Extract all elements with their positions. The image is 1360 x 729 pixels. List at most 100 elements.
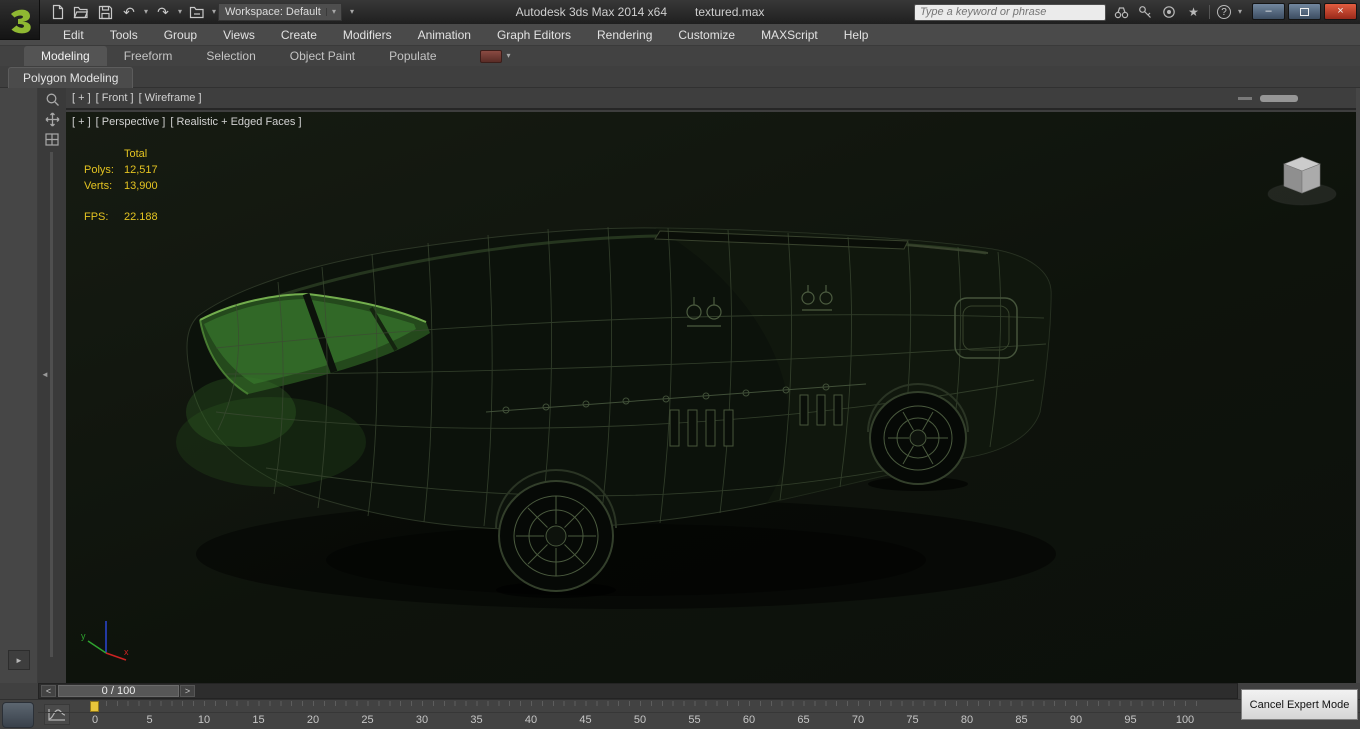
track-bar[interactable]: 0 5 10 15 20 25 30 35 40 45 50 55 60 65 70 75 80 85 90 95 10…: [0, 699, 1360, 729]
help-caret-icon[interactable]: ▾: [1238, 8, 1242, 16]
trackbar-tick-40: 40: [524, 714, 538, 726]
cancel-expert-mode-button[interactable]: Cancel Expert Mode: [1241, 689, 1358, 720]
maximize-viewport-icon[interactable]: [42, 90, 62, 108]
front-shading-menu[interactable]: [ Wireframe ]: [139, 92, 202, 104]
time-slider-handle[interactable]: 0 / 100: [58, 685, 179, 697]
menu-edit[interactable]: Edit: [50, 24, 97, 46]
workspace-dropdown[interactable]: Workspace: Default ▾: [218, 3, 342, 21]
help-icon[interactable]: ?: [1216, 5, 1231, 19]
perspective-view-menu[interactable]: [ Perspective ]: [96, 116, 166, 128]
application-menu-button[interactable]: [0, 0, 40, 40]
ribbon-tab-bar: Modeling Freeform Selection Object Paint Pop…: [0, 46, 1360, 66]
stats-total-label: Total: [124, 148, 148, 160]
ribbon-tab-populate[interactable]: Populate: [372, 46, 453, 66]
stats-polys-value: 12,517: [124, 164, 158, 176]
infocenter-search-box[interactable]: [913, 3, 1106, 21]
previous-frame-button[interactable]: <: [41, 685, 56, 697]
quick-access-toolbar: ↶ ▾ ↷ ▾ ▾: [48, 0, 216, 24]
ribbon-tab-modeling[interactable]: Modeling: [24, 46, 107, 66]
save-file-icon[interactable]: [96, 3, 114, 21]
ribbon-tab-object-paint[interactable]: Object Paint: [273, 46, 372, 66]
search-binoculars-icon[interactable]: [1113, 4, 1130, 21]
stats-verts-value: 13,900: [124, 180, 158, 192]
menu-help[interactable]: Help: [831, 24, 882, 46]
populate-flyout-caret-icon: ▾: [506, 51, 511, 60]
right-dock-strip: [1356, 88, 1360, 683]
tab-polygon-modeling[interactable]: Polygon Modeling: [8, 67, 134, 88]
current-frame-marker[interactable]: [90, 701, 99, 712]
time-slider-track[interactable]: < 0 / 100 >: [38, 683, 1238, 699]
trackbar-tick-65: 65: [797, 714, 810, 726]
populate-flyout-icon: [479, 49, 502, 63]
perspective-shading-menu[interactable]: [ Realistic + Edged Faces ]: [170, 116, 301, 128]
trackbar-tick-50: 50: [633, 714, 647, 726]
undo-history-caret-icon[interactable]: ▾: [144, 8, 148, 16]
undo-icon[interactable]: ↶: [120, 3, 138, 21]
viewcube[interactable]: [1264, 146, 1340, 208]
project-folder-icon[interactable]: [188, 3, 206, 21]
layout-tabs-scrollbar[interactable]: [50, 152, 53, 657]
redo-icon[interactable]: ↷: [154, 3, 172, 21]
viewport-layouts-icon[interactable]: [42, 130, 62, 148]
infocenter-separator: [1208, 5, 1210, 19]
toolbar-overflow-caret-icon[interactable]: ▾: [350, 8, 354, 16]
perspective-viewport[interactable]: [ + ] [ Perspective ] [ Realistic + Edge…: [66, 112, 1356, 683]
viewport-divider-handle[interactable]: [1260, 95, 1298, 102]
trackbar-tick-45: 45: [579, 714, 592, 726]
redo-history-caret-icon[interactable]: ▾: [178, 8, 182, 16]
menu-graph-editors[interactable]: Graph Editors: [484, 24, 584, 46]
perspective-maximize-menu[interactable]: [ + ]: [72, 116, 91, 128]
window-title: Autodesk 3ds Max 2014 x64 textured.max: [380, 0, 900, 24]
ribbon-tab-selection[interactable]: Selection: [189, 46, 272, 66]
mini-curve-editor-button[interactable]: [44, 704, 70, 725]
menubar: Edit Tools Group Views Create Modifiers Animat…: [0, 24, 1360, 46]
workspace-caret-icon[interactable]: ▾: [326, 8, 341, 16]
infocenter: ★ ? ▾: [913, 3, 1242, 21]
menu-animation[interactable]: Animation: [405, 24, 484, 46]
subscription-center-icon[interactable]: [1137, 4, 1154, 21]
menu-customize[interactable]: Customize: [665, 24, 748, 46]
new-file-icon[interactable]: [48, 3, 66, 21]
viewport-divider-dash: [1238, 97, 1252, 100]
menu-group[interactable]: Group: [151, 24, 210, 46]
trackbar-tick-100: 100: [1175, 714, 1195, 726]
trackbar-tick-90: 90: [1069, 714, 1083, 726]
menu-tools[interactable]: Tools: [97, 24, 151, 46]
search-input[interactable]: [914, 6, 1105, 18]
perspective-viewport-label: [ + ] [ Perspective ] [ Realistic + Edge…: [72, 116, 302, 128]
close-button[interactable]: ×: [1324, 3, 1357, 20]
minimize-button[interactable]: –: [1252, 3, 1285, 20]
menu-modifiers[interactable]: Modifiers: [330, 24, 405, 46]
communication-center-icon[interactable]: [1161, 4, 1178, 21]
menu-maxscript[interactable]: MAXScript: [748, 24, 831, 46]
front-maximize-menu[interactable]: [ + ]: [72, 92, 91, 104]
trackbar-groove: [38, 712, 1360, 713]
expand-panel-button[interactable]: ►: [8, 650, 30, 670]
time-slider-bar: < 0 / 100 >: [0, 683, 1360, 699]
viewport-statistics: Total Polys: 12,517 Verts: 13,900 FPS: 22.1…: [84, 146, 158, 225]
front-viewport[interactable]: [ + ] [ Front ] [ Wireframe ]: [66, 88, 1356, 110]
maximize-button[interactable]: [1288, 3, 1321, 20]
status-corner-widget: [2, 702, 34, 728]
favorites-star-icon[interactable]: ★: [1185, 4, 1202, 21]
bus-model[interactable]: [66, 112, 1356, 683]
project-folder-caret-icon[interactable]: ▾: [212, 8, 216, 16]
maximize-icon: [1300, 7, 1309, 16]
populate-flyout[interactable]: ▾: [479, 46, 511, 66]
layout-tabs-arrow-icon[interactable]: ◄: [41, 370, 49, 379]
window-controls: – ×: [1252, 3, 1357, 20]
ribbon-tab-freeform[interactable]: Freeform: [107, 46, 190, 66]
open-file-icon[interactable]: [72, 3, 90, 21]
trackbar-tick-0: 0: [91, 714, 99, 726]
trackbar-tick-95: 95: [1124, 714, 1137, 726]
menu-create[interactable]: Create: [268, 24, 330, 46]
trackbar-tick-30: 30: [415, 714, 429, 726]
x-axis: [105, 652, 127, 661]
menu-rendering[interactable]: Rendering: [584, 24, 665, 46]
world-axis-gizmo: y x: [81, 621, 129, 661]
front-view-menu[interactable]: [ Front ]: [96, 92, 134, 104]
next-frame-button[interactable]: >: [180, 685, 195, 697]
pan-view-icon[interactable]: [42, 110, 62, 128]
menu-views[interactable]: Views: [210, 24, 268, 46]
stats-fps-label: FPS:: [84, 211, 109, 223]
